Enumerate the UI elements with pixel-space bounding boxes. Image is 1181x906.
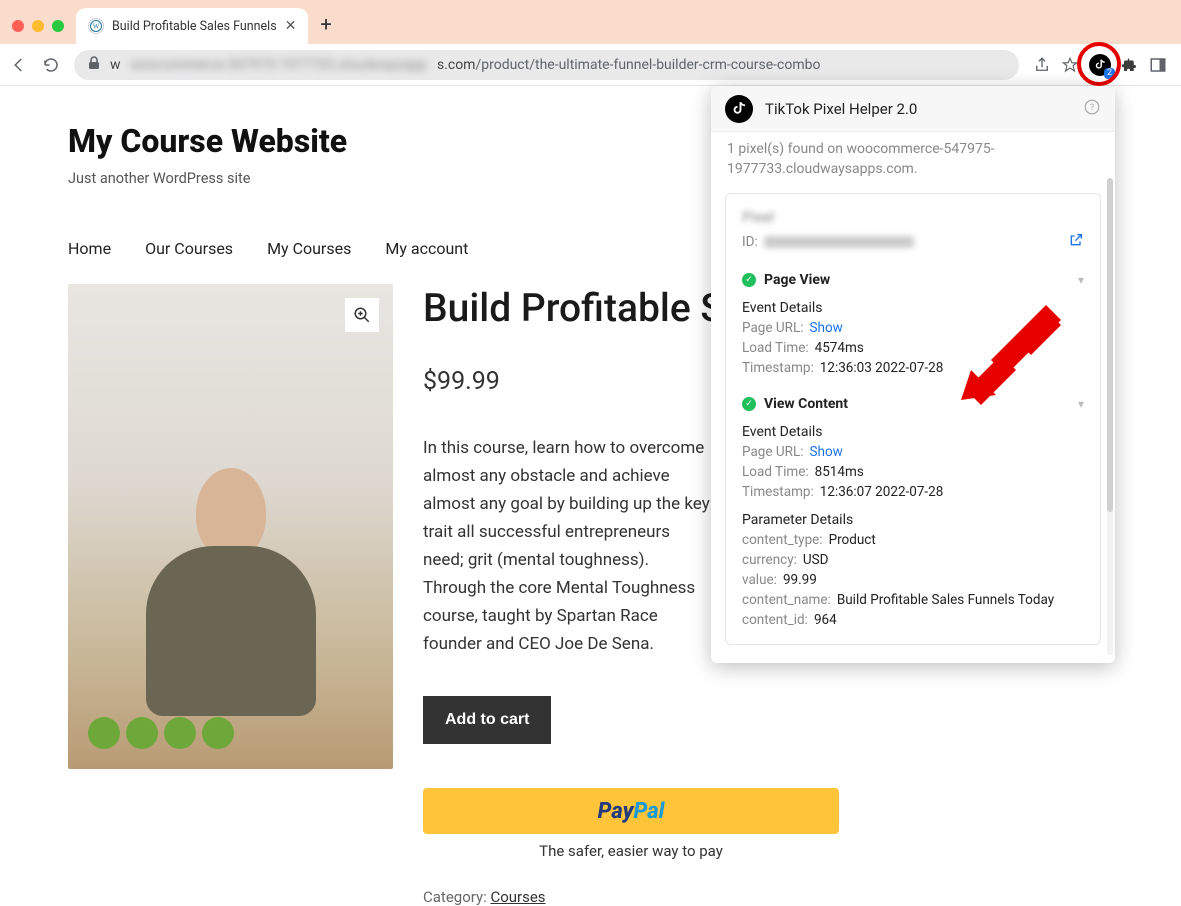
popup-header: TikTok Pixel Helper 2.0 ? (711, 86, 1115, 132)
kv-key: value: (742, 572, 777, 588)
browser-tab[interactable]: W Build Profitable Sales Funnels ✕ (76, 8, 308, 44)
pixel-id-value-blur (764, 236, 914, 248)
category-row: Category: Courses (423, 888, 1141, 906)
parameter-details-label: Parameter Details (742, 512, 1084, 528)
kv-key: Load Time: (742, 464, 809, 480)
kv-value: 8514ms (815, 464, 864, 480)
window-maximize[interactable] (52, 20, 64, 32)
url-host-start: w (110, 57, 121, 73)
url-domain-suffix: s.com (437, 57, 476, 73)
tab-close-icon[interactable]: ✕ (285, 18, 297, 34)
product-description: In this course, learn how to overcome al… (423, 434, 713, 658)
svg-text:W: W (93, 23, 100, 31)
svg-text:?: ? (1090, 103, 1094, 113)
check-icon: ✓ (742, 397, 756, 411)
window-controls (8, 20, 76, 44)
new-tab-button[interactable]: + (308, 12, 343, 44)
lock-icon (88, 56, 100, 74)
paypal-safer-text: The safer, easier way to pay (423, 842, 839, 860)
event-details-label: Event Details (742, 300, 1084, 316)
kv-key: currency: (742, 552, 797, 568)
popup-title: TikTok Pixel Helper 2.0 (765, 100, 917, 118)
event-details-label: Event Details (742, 424, 1084, 440)
pixel-card: Pixel ID: ✓ Page View ▾ Event Details Pa… (725, 193, 1101, 645)
menu-our-courses[interactable]: Our Courses (145, 239, 233, 258)
sidepanel-icon[interactable] (1149, 56, 1167, 74)
kv-key: Page URL: (742, 320, 804, 336)
extension-badge: 2 (1104, 68, 1115, 79)
kv-key: Timestamp: (742, 484, 814, 500)
url-host-blur: woocommerce-547975-1977733.cloudwaysapp (131, 57, 427, 73)
menu-my-account[interactable]: My account (385, 239, 468, 258)
tiktok-logo-icon (725, 95, 753, 123)
tab-title: Build Profitable Sales Funnels (112, 19, 277, 34)
back-icon[interactable] (10, 56, 28, 74)
paypal-pal-text: Pal (633, 799, 664, 824)
kv-value: USD (803, 552, 829, 568)
fruits-illustration (88, 717, 234, 749)
kv-value: 12:36:07 2022-07-28 (820, 484, 944, 500)
kv-value: 4574ms (815, 340, 864, 356)
zoom-icon[interactable] (345, 298, 379, 332)
show-link[interactable]: Show (810, 320, 843, 336)
event-name: Page View (764, 272, 830, 288)
kv-key: content_id: (742, 612, 808, 628)
window-minimize[interactable] (32, 20, 44, 32)
pixels-found-text: 1 pixel(s) found on woocommerce-547975-1… (725, 132, 1101, 193)
product-image[interactable] (68, 284, 393, 769)
extensions-puzzle-icon[interactable] (1121, 56, 1139, 74)
wordpress-favicon-icon: W (88, 18, 104, 34)
bookmark-star-icon[interactable] (1061, 56, 1079, 74)
kv-key: content_name: (742, 592, 831, 608)
check-icon: ✓ (742, 273, 756, 287)
event-page-view-header[interactable]: ✓ Page View ▾ (742, 272, 1084, 288)
help-icon[interactable]: ? (1083, 98, 1101, 120)
pixel-id-label: ID: (742, 234, 758, 250)
kv-value: 964 (814, 612, 837, 628)
kv-value: Build Profitable Sales Funnels Today (837, 592, 1054, 608)
tiktok-pixel-extension-icon[interactable]: 2 (1089, 54, 1111, 76)
chevron-down-icon: ▾ (1078, 273, 1084, 287)
category-label: Category: (423, 888, 490, 906)
kv-key: Load Time: (742, 340, 809, 356)
share-icon[interactable] (1033, 56, 1051, 74)
browser-tab-strip: W Build Profitable Sales Funnels ✕ + (0, 0, 1181, 44)
menu-my-courses[interactable]: My Courses (267, 239, 351, 258)
kv-key: content_type: (742, 532, 823, 548)
url-path: /product/the-ultimate-funnel-builder-crm… (475, 57, 820, 73)
window-close[interactable] (12, 20, 24, 32)
event-name: View Content (764, 396, 848, 412)
reload-icon[interactable] (42, 56, 60, 74)
kv-value: 99.99 (783, 572, 817, 588)
address-bar[interactable]: w woocommerce-547975-1977733.cloudwaysap… (74, 50, 1019, 80)
browser-toolbar: w woocommerce-547975-1977733.cloudwaysap… (0, 44, 1181, 86)
open-external-icon[interactable] (1068, 232, 1084, 252)
show-link[interactable]: Show (810, 444, 843, 460)
add-to-cart-button[interactable]: Add to cart (423, 696, 551, 744)
event-view-content-header[interactable]: ✓ View Content ▾ (742, 396, 1084, 412)
kv-key: Timestamp: (742, 360, 814, 376)
paypal-button[interactable]: PayPal (423, 788, 839, 834)
chevron-down-icon: ▾ (1078, 397, 1084, 411)
paypal-pay-text: Pay (598, 799, 634, 824)
kv-key: Page URL: (742, 444, 804, 460)
kv-value: 12:36:03 2022-07-28 (820, 360, 944, 376)
category-link[interactable]: Courses (490, 888, 545, 906)
person-illustration (141, 468, 321, 728)
popup-scrollbar[interactable] (1107, 178, 1113, 655)
kv-value: Product (829, 532, 876, 548)
tiktok-pixel-popup: TikTok Pixel Helper 2.0 ? 1 pixel(s) fou… (711, 86, 1115, 663)
pixel-name-blur: Pixel (742, 208, 1084, 226)
menu-home[interactable]: Home (68, 239, 111, 258)
